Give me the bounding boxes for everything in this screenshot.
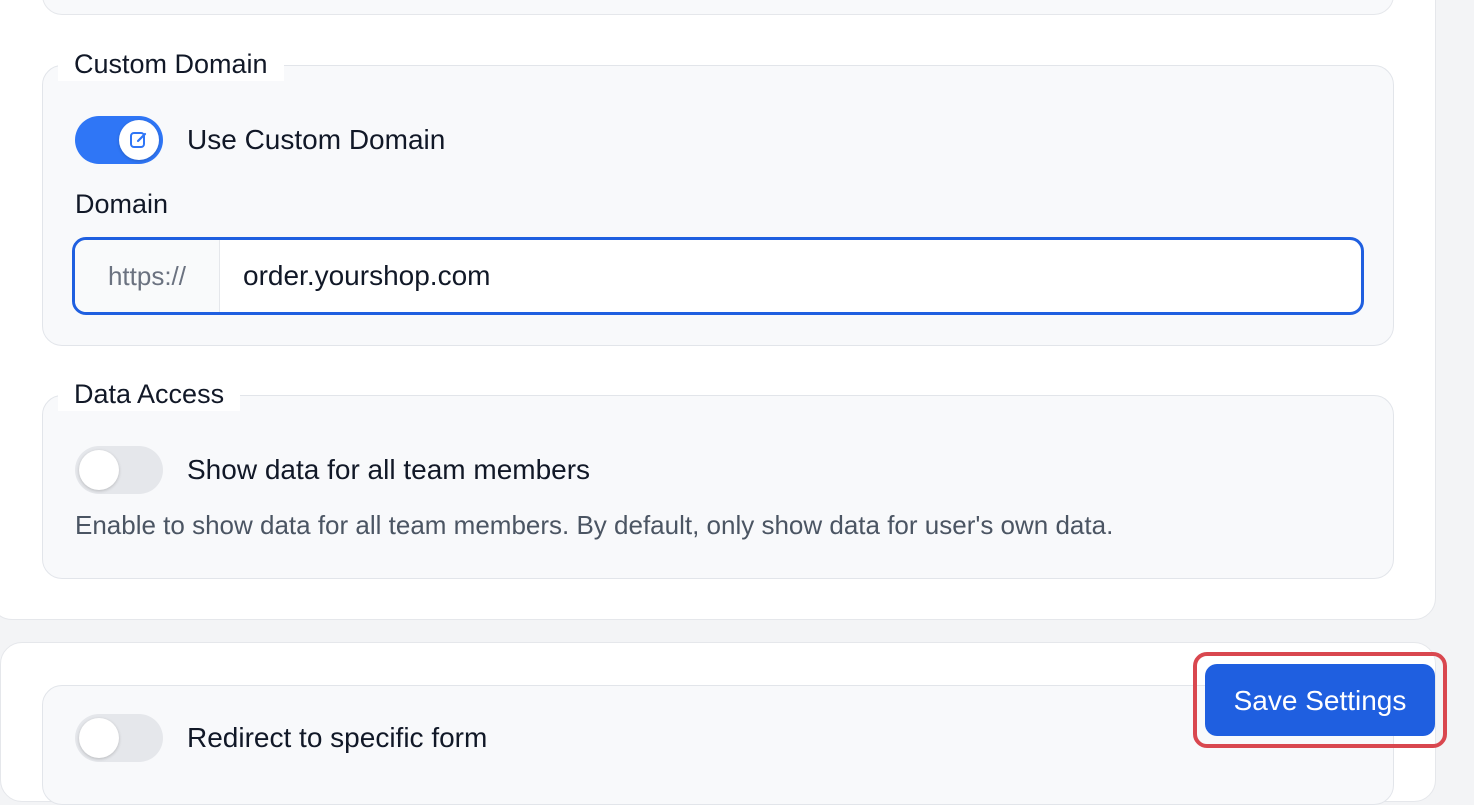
domain-field-label: Domain xyxy=(75,189,169,219)
data-access-fieldset xyxy=(42,395,1394,579)
toggle-knob xyxy=(79,718,119,758)
domain-prefix: https:// xyxy=(75,240,220,312)
toggle-knob xyxy=(119,120,159,160)
redirect-form-label: Redirect to specific form xyxy=(187,722,488,753)
data-access-help-text: Enable to show data for all team members… xyxy=(75,510,1114,540)
previous-section-box xyxy=(42,0,1394,15)
custom-domain-legend: Custom Domain xyxy=(58,47,284,81)
redirect-form-toggle[interactable] xyxy=(75,714,163,762)
data-access-legend: Data Access xyxy=(58,377,241,411)
show-all-team-data-toggle[interactable] xyxy=(75,446,163,494)
domain-input[interactable]: order.yourshop.com xyxy=(243,240,490,312)
toggle-knob xyxy=(79,450,119,490)
use-custom-domain-label: Use Custom Domain xyxy=(187,124,446,155)
domain-input-group[interactable]: https:// order.yourshop.com xyxy=(72,237,1364,315)
show-all-team-data-label: Show data for all team members xyxy=(187,454,591,485)
edit-icon xyxy=(130,132,147,148)
use-custom-domain-toggle[interactable] xyxy=(75,116,163,164)
save-settings-button[interactable]: Save Settings xyxy=(1205,664,1435,736)
